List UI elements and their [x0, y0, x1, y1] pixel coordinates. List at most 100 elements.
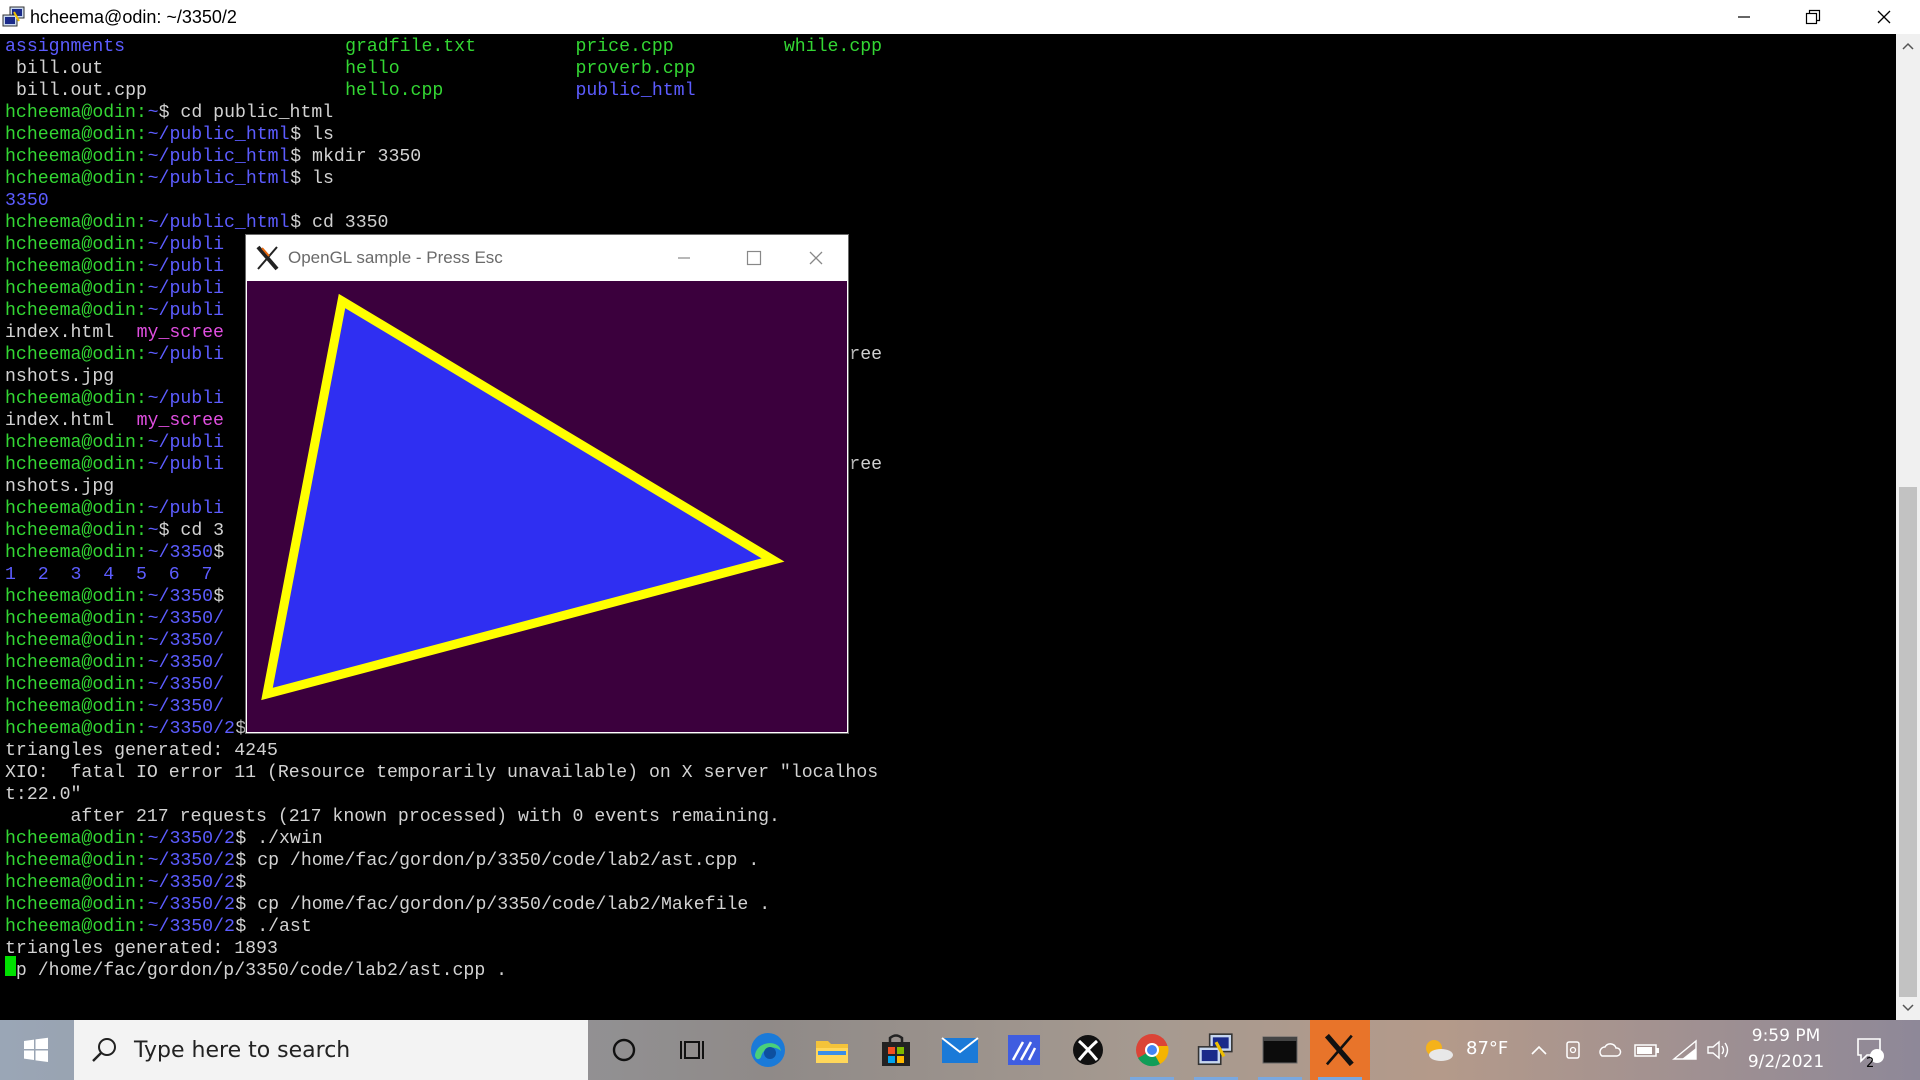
- notification-count: 2: [1866, 1056, 1875, 1071]
- scroll-up-button[interactable]: [1896, 34, 1920, 58]
- terminal-text: ~/public_html: [147, 125, 290, 145]
- terminal-text: ~/public_html: [147, 213, 290, 233]
- start-button[interactable]: [0, 1020, 72, 1080]
- restore-icon: [1805, 9, 1821, 25]
- battery-button[interactable]: [1630, 1020, 1664, 1080]
- terminal-text: bill.out.cpp: [15, 81, 147, 101]
- opengl-title-bar[interactable]: OpenGL sample - Press Esc: [246, 235, 848, 281]
- taskbar-clock[interactable]: 9:59 PM 9/2/2021: [1730, 1020, 1842, 1080]
- terminal-text: ~/3350: [147, 543, 214, 563]
- putty-icon: [1197, 1033, 1233, 1066]
- task-view-button[interactable]: [664, 1020, 724, 1080]
- gl-minimize-button[interactable]: [652, 235, 716, 281]
- wifi-button[interactable]: [1668, 1020, 1702, 1080]
- window-title: hcheema@odin: ~/3350/2: [30, 7, 237, 27]
- terminal-text: bill.out: [15, 59, 104, 79]
- notification-center-button[interactable]: [1848, 1020, 1892, 1080]
- terminal-text: proverb.cpp: [575, 59, 696, 79]
- terminal-text: ~/public_html: [147, 169, 290, 189]
- terminal-text: $ ./ast: [235, 917, 312, 937]
- opengl-canvas[interactable]: [247, 281, 847, 732]
- minimize-icon: [1738, 16, 1750, 18]
- terminal-text: ~/3350/2: [147, 917, 235, 937]
- start-icon: [24, 1037, 48, 1062]
- taskbar-mail[interactable]: [930, 1020, 990, 1080]
- terminal-text: ~/publi: [147, 235, 225, 255]
- volume-icon: [1707, 1040, 1729, 1060]
- restore-button[interactable]: [1779, 0, 1847, 34]
- terminal-text: ~/publi: [147, 455, 225, 475]
- terminal-text: ~/3350: [147, 587, 214, 607]
- x-server-icon: [1324, 1033, 1354, 1067]
- terminal-text: hcheema@odin:: [5, 499, 147, 519]
- terminal-text: hcheema@odin:: [5, 917, 147, 937]
- terminal-text: hcheema@odin:: [5, 345, 147, 365]
- terminal-text: 3350: [5, 191, 49, 211]
- terminal-text: hcheema@odin:: [5, 609, 147, 629]
- app-icon: [1008, 1035, 1040, 1065]
- terminal-text: ~/publi: [147, 389, 225, 409]
- terminal-text: hcheema@odin:: [5, 389, 147, 409]
- terminal-text: ~/3350/2: [147, 851, 235, 871]
- minimize-icon: [678, 257, 690, 259]
- taskbar-search[interactable]: Type here to search: [74, 1020, 588, 1080]
- window-title-bar[interactable]: hcheema@odin: ~/3350/2: [0, 0, 1920, 34]
- weather-button[interactable]: [1412, 1020, 1464, 1080]
- terminal-text: price.cpp: [575, 37, 674, 57]
- terminal-text: hcheema@odin:: [5, 235, 147, 255]
- chevron-up-icon: [1531, 1045, 1547, 1055]
- terminal-text: hcheema@odin:: [5, 697, 147, 717]
- show-hidden-icons-button[interactable]: [1524, 1020, 1554, 1080]
- terminal-text: ~/publi: [147, 345, 225, 365]
- chevron-up-icon: [1902, 42, 1914, 50]
- onedrive-button[interactable]: [1592, 1020, 1626, 1080]
- taskbar-x-server[interactable]: [1310, 1020, 1370, 1080]
- cortana-button[interactable]: [594, 1020, 654, 1080]
- meet-now-button[interactable]: [1558, 1020, 1588, 1080]
- file-explorer-icon: [816, 1041, 848, 1063]
- terminal-text: hcheema@odin:: [5, 829, 147, 849]
- terminal-text: $: [213, 587, 225, 607]
- close-button[interactable]: [1850, 0, 1918, 34]
- terminal-text: my_scree: [136, 323, 224, 343]
- terminal-text: hcheema@odin:: [5, 257, 147, 277]
- x-logo-icon: [256, 245, 279, 271]
- taskbar-chrome[interactable]: [1122, 1020, 1182, 1080]
- taskbar-putty[interactable]: [1186, 1020, 1246, 1080]
- terminal-text: ~/3350/: [147, 653, 225, 673]
- opengl-window-title: OpenGL sample - Press Esc: [288, 248, 503, 267]
- gl-close-button[interactable]: [784, 235, 848, 281]
- scroll-thumb[interactable]: [1899, 487, 1917, 997]
- terminal-text: ~/3350/: [147, 631, 225, 651]
- taskbar: Type here to search 87°F 2: [0, 1020, 1920, 1080]
- terminal-text: $ cd 3350: [290, 213, 389, 233]
- taskbar-app[interactable]: [994, 1020, 1054, 1080]
- terminal-text: index.html: [5, 323, 115, 343]
- terminal-scrollbar[interactable]: [1896, 34, 1920, 1020]
- opengl-window[interactable]: OpenGL sample - Press Esc: [245, 234, 849, 734]
- terminal-text: ~: [147, 103, 159, 123]
- terminal-text: hcheema@odin:: [5, 213, 147, 233]
- terminal-text: after 217 requests (217 known processed)…: [5, 807, 780, 827]
- taskbar-edge[interactable]: [738, 1020, 798, 1080]
- terminal-text: gradfile.txt: [345, 37, 477, 57]
- minimize-button[interactable]: [1710, 0, 1778, 34]
- taskbar-xbox[interactable]: [1058, 1020, 1118, 1080]
- terminal-text: $ cd public_html: [158, 103, 334, 123]
- terminal-text: triangles generated: 4245: [5, 741, 278, 761]
- taskbar-terminal[interactable]: [1250, 1020, 1310, 1080]
- device-icon: [1566, 1041, 1580, 1059]
- terminal-text: $ cd 3: [158, 521, 225, 541]
- terminal-text: triangles generated: 1893: [5, 939, 278, 959]
- taskbar-store[interactable]: [866, 1020, 926, 1080]
- terminal-text: hello.cpp: [345, 81, 444, 101]
- terminal-text: index.html: [5, 411, 115, 431]
- chevron-down-icon: [1902, 1004, 1914, 1012]
- terminal-text: hcheema@odin:: [5, 147, 147, 167]
- taskbar-file-explorer[interactable]: [802, 1020, 862, 1080]
- terminal-text: ~/3350/: [147, 675, 225, 695]
- gl-maximize-button[interactable]: [722, 235, 786, 281]
- scroll-down-button[interactable]: [1896, 996, 1920, 1020]
- terminal-text: nshots.jpg: [5, 367, 115, 387]
- terminal-text: XIO: fatal IO error 11 (Resource tempora…: [5, 763, 879, 783]
